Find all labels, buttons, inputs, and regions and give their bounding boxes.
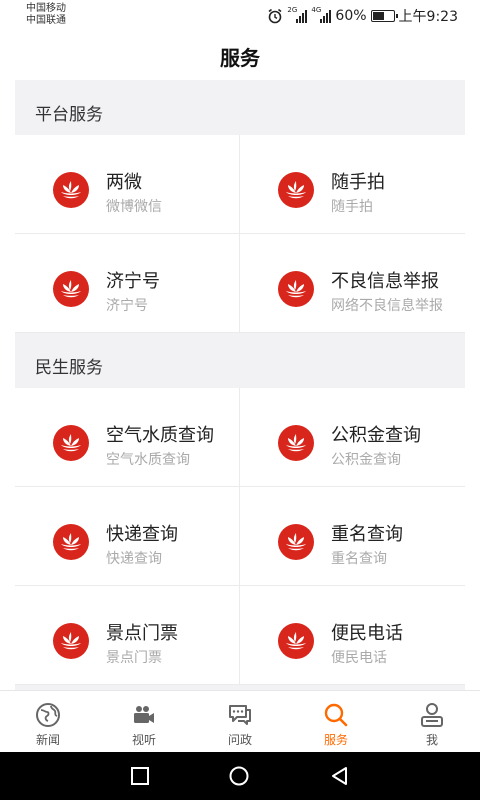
app-logo-icon (278, 425, 314, 461)
chat-icon (229, 705, 251, 725)
tab-label: 服务 (323, 733, 348, 747)
service-item-jiningHao[interactable]: 济宁号 济宁号 (15, 234, 240, 333)
globe-icon (36, 703, 60, 727)
system-nav-bar (0, 752, 480, 800)
service-title: 快递查询 (106, 524, 178, 545)
recent-apps-icon[interactable] (130, 766, 150, 786)
service-title: 济宁号 (106, 271, 160, 292)
service-title: 便民电话 (331, 623, 403, 644)
clock: 上午9:23 (398, 9, 458, 25)
tab-video[interactable]: 视听 (96, 691, 192, 752)
video-camera-icon (134, 706, 154, 723)
service-subtitle: 网络不良信息举报 (331, 298, 443, 314)
service-subtitle: 重名查询 (331, 551, 387, 567)
back-icon[interactable] (330, 766, 350, 786)
service-item-suishoupai[interactable]: 随手拍 随手拍 (240, 135, 465, 234)
user-icon (421, 703, 443, 727)
service-item-liangwei[interactable]: 两微 微博微信 (15, 135, 240, 234)
network-2-label: 4G (311, 6, 322, 14)
app-logo-icon (53, 623, 89, 659)
tab-label: 新闻 (35, 733, 60, 747)
tab-label: 问政 (227, 733, 252, 747)
battery-icon (370, 10, 398, 22)
app-logo-icon (278, 172, 314, 208)
page-title: 服务 (220, 46, 260, 70)
service-subtitle: 空气水质查询 (106, 452, 190, 468)
service-list[interactable]: 平台服务 两微 微博微信 随手拍 随手拍 济宁号 济宁号 不良信息举报 网络不良… (15, 80, 465, 690)
carrier-labels: 中国移动 中国联通 (26, 3, 66, 27)
carrier-1: 中国移动 (26, 3, 66, 14)
app-logo-icon (278, 524, 314, 560)
tab-service[interactable]: 服务 (288, 691, 384, 752)
page-header: 服务 (0, 32, 480, 80)
service-title: 重名查询 (331, 524, 403, 545)
app-logo-icon (53, 271, 89, 307)
status-icons: 2G 4G 60% 上午9:23 (267, 6, 458, 26)
service-subtitle: 景点门票 (106, 650, 162, 666)
app-logo-icon (278, 623, 314, 659)
service-title: 空气水质查询 (106, 425, 214, 446)
service-item-express[interactable]: 快递查询 快递查询 (15, 487, 240, 586)
tab-me[interactable]: 我 (384, 691, 480, 752)
carrier-2: 中国联通 (26, 15, 66, 26)
app-logo-icon (53, 524, 89, 560)
section-header-platform: 平台服务 (15, 80, 465, 135)
app-logo-icon (53, 172, 89, 208)
service-subtitle: 随手拍 (331, 199, 373, 215)
service-title: 不良信息举报 (331, 271, 439, 292)
tab-label: 我 (425, 733, 438, 747)
search-icon (324, 703, 348, 727)
platform-services-grid: 两微 微博微信 随手拍 随手拍 济宁号 济宁号 不良信息举报 网络不良信息举报 (15, 135, 465, 333)
service-item-housing-fund[interactable]: 公积金查询 公积金查询 (240, 388, 465, 487)
signal-2g-icon: 2G (287, 6, 308, 23)
tab-news[interactable]: 新闻 (0, 691, 96, 752)
bottom-tab-bar: 新闻 视听 问政 服务 我 (0, 690, 480, 752)
service-subtitle: 便民电话 (331, 650, 387, 666)
home-icon[interactable] (229, 766, 249, 786)
alarm-clock-icon (268, 8, 282, 24)
tab-politics[interactable]: 问政 (192, 691, 288, 752)
signal-4g-icon: 4G (311, 6, 332, 23)
service-item-phone[interactable]: 便民电话 便民电话 (240, 586, 465, 685)
status-bar: 中国移动 中国联通 2G 4G 60% 上午9:23 (0, 0, 480, 32)
service-title: 公积金查询 (331, 425, 421, 446)
app-logo-icon (278, 271, 314, 307)
livelihood-services-grid: 空气水质查询 空气水质查询 公积金查询 公积金查询 快递查询 快递查询 重名查询… (15, 388, 465, 685)
service-item-air-water[interactable]: 空气水质查询 空气水质查询 (15, 388, 240, 487)
service-title: 景点门票 (106, 623, 178, 644)
service-title: 两微 (106, 172, 142, 193)
network-1-label: 2G (287, 6, 298, 14)
service-subtitle: 快递查询 (106, 551, 162, 567)
service-item-report[interactable]: 不良信息举报 网络不良信息举报 (240, 234, 465, 333)
service-item-name-check[interactable]: 重名查询 重名查询 (240, 487, 465, 586)
service-item-tickets[interactable]: 景点门票 景点门票 (15, 586, 240, 685)
service-subtitle: 微博微信 (106, 199, 162, 215)
tab-label: 视听 (131, 733, 156, 747)
section-header-livelihood: 民生服务 (15, 333, 465, 388)
app-logo-icon (53, 425, 89, 461)
battery-percent: 60% (335, 8, 367, 24)
service-subtitle: 公积金查询 (331, 452, 401, 468)
service-title: 随手拍 (331, 172, 385, 193)
service-subtitle: 济宁号 (106, 298, 148, 314)
